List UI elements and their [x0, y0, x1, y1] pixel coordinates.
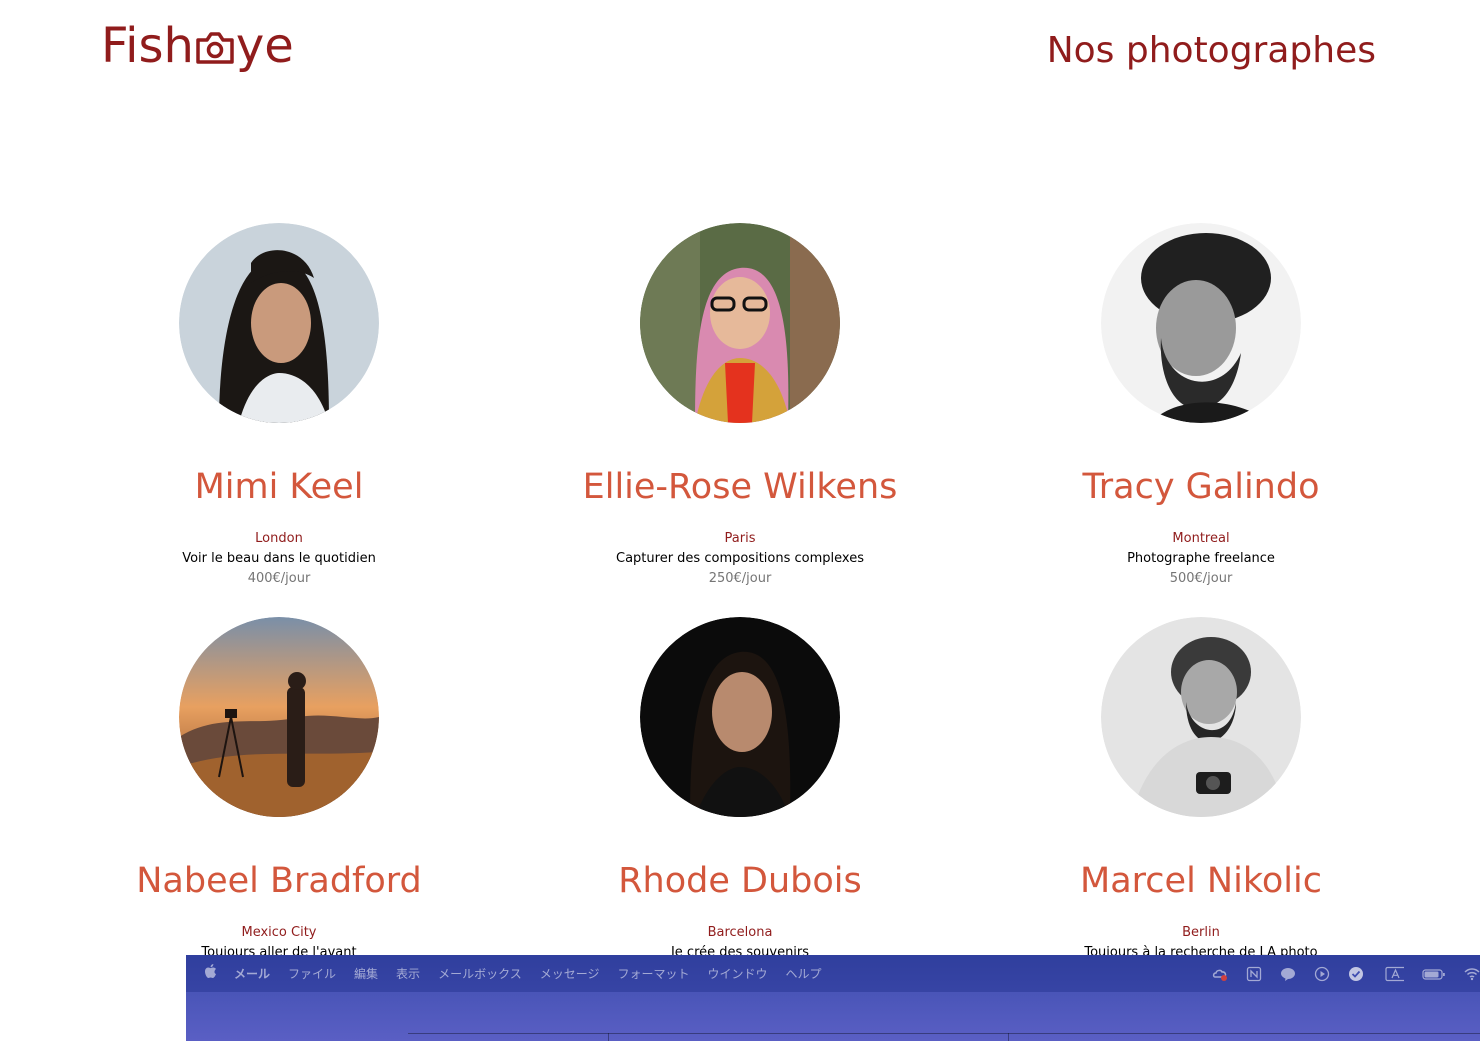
photographer-price: 250€/jour — [708, 571, 772, 586]
photographer-city: London — [255, 531, 303, 546]
menu-app-name[interactable]: メール — [234, 965, 270, 982]
photographer-name[interactable]: Rhode Dubois — [510, 859, 970, 903]
menu-item-message[interactable]: メッセージ — [540, 965, 600, 982]
photographer-card[interactable]: Marcel Nikolic Berlin Toujours à la rech… — [971, 617, 1431, 963]
photographer-name[interactable]: Ellie-Rose Wilkens — [510, 465, 970, 509]
notion-icon[interactable] — [1246, 966, 1262, 982]
menu-item-file[interactable]: ファイル — [288, 965, 336, 982]
photographer-price: 400€/jour — [247, 571, 311, 586]
menu-item-edit[interactable]: 編集 — [354, 965, 378, 982]
menu-item-help[interactable]: ヘルプ — [786, 965, 822, 982]
window-edge-divider — [608, 1033, 609, 1041]
photographer-portrait[interactable] — [1101, 223, 1301, 423]
check-icon[interactable] — [1348, 966, 1364, 982]
photographer-city: Paris — [724, 531, 756, 546]
page-title: Nos photographes — [1046, 30, 1376, 71]
photographer-card[interactable]: Mimi Keel London Voir le beau dans le qu… — [49, 223, 509, 589]
photographer-name[interactable]: Nabeel Bradford — [49, 859, 509, 903]
apple-menu-icon[interactable] — [204, 964, 218, 983]
photographer-city: Montreal — [1172, 531, 1230, 546]
photographer-name[interactable]: Tracy Galindo — [971, 465, 1431, 509]
macos-desktop-overlay: メール ファイル 編集 表示 メールボックス メッセージ フォーマット ウインド… — [186, 955, 1480, 1041]
photographer-tagline: Capturer des compositions complexes — [616, 551, 864, 566]
photographer-portrait[interactable] — [179, 223, 379, 423]
input-method-icon[interactable] — [1382, 966, 1404, 982]
photographer-name[interactable]: Marcel Nikolic — [971, 859, 1431, 903]
photographer-name[interactable]: Mimi Keel — [49, 465, 509, 509]
photographer-portrait[interactable] — [640, 617, 840, 817]
photographer-city: Mexico City — [241, 925, 317, 940]
photographer-card[interactable]: Ellie-Rose Wilkens Paris Capturer des co… — [510, 223, 970, 589]
battery-icon[interactable] — [1422, 966, 1446, 982]
camera-icon — [196, 32, 234, 64]
photographer-price: 500€/jour — [1169, 571, 1233, 586]
play-icon[interactable] — [1314, 966, 1330, 982]
macos-menu-bar: メール ファイル 編集 表示 メールボックス メッセージ フォーマット ウインド… — [186, 955, 1480, 992]
logo-text-right: ye — [235, 18, 294, 74]
logo-text-left: Fish — [101, 18, 194, 74]
photographer-card[interactable]: Nabeel Bradford Mexico City Toujours all… — [49, 617, 509, 963]
photographer-tagline: Photographe freelance — [1127, 551, 1275, 566]
wifi-icon[interactable] — [1464, 966, 1480, 982]
photographer-tagline: Voir le beau dans le quotidien — [182, 551, 376, 566]
photographer-card[interactable]: Tracy Galindo Montreal Photographe freel… — [971, 223, 1431, 589]
menu-item-window[interactable]: ウインドウ — [708, 965, 768, 982]
creative-cloud-icon[interactable] — [1212, 966, 1228, 982]
window-edge — [408, 1033, 1480, 1041]
menu-item-format[interactable]: フォーマット — [617, 965, 689, 982]
photographer-portrait[interactable] — [1101, 617, 1301, 817]
window-edge-divider — [1008, 1033, 1009, 1041]
menu-item-view[interactable]: 表示 — [396, 965, 420, 982]
photographer-city: Berlin — [1182, 925, 1220, 940]
menu-status-icons — [1194, 955, 1480, 992]
photographer-portrait[interactable] — [640, 223, 840, 423]
fisheye-logo[interactable]: Fish ye — [101, 16, 294, 76]
photographer-card[interactable]: Rhode Dubois Barcelona Je crée des souve… — [510, 617, 970, 963]
menu-item-mailbox[interactable]: メールボックス — [438, 965, 522, 982]
photographer-city: Barcelona — [707, 925, 773, 940]
line-icon[interactable] — [1280, 966, 1296, 982]
photographer-portrait[interactable] — [179, 617, 379, 817]
